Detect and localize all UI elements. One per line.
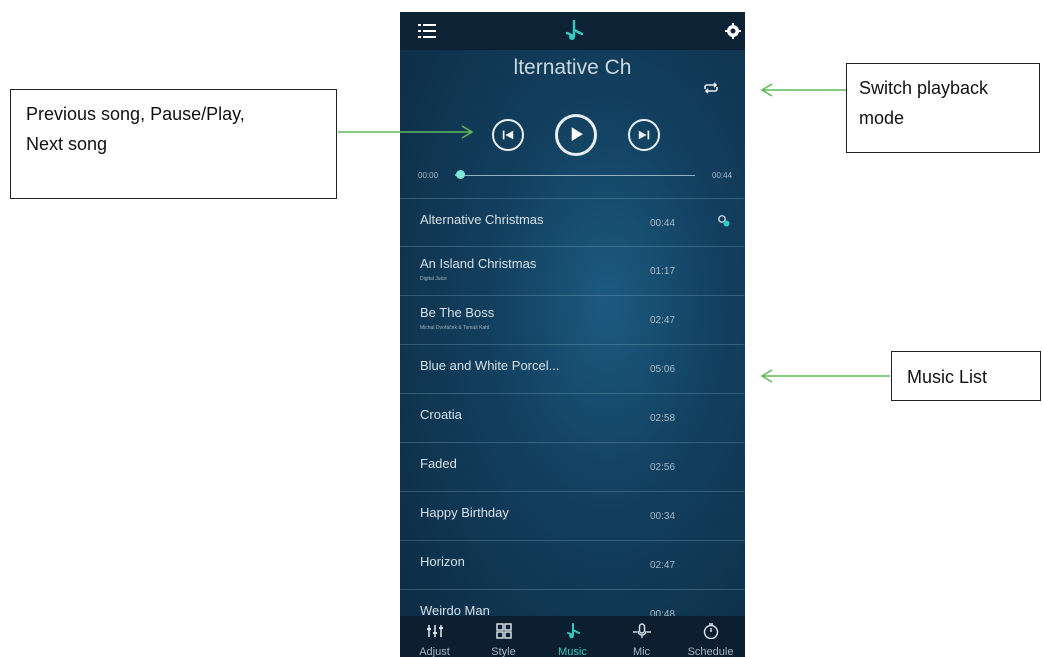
mode-callout-line2: mode xyxy=(859,108,905,128)
controls-callout-line1: Previous song, Pause/Play, xyxy=(26,104,245,124)
list-arrow xyxy=(760,369,890,383)
controls-callout-line2: Next song xyxy=(26,134,108,154)
music-list-callout: Music List xyxy=(891,351,1041,401)
controls-callout: Previous song, Pause/Play, Next song xyxy=(10,89,337,199)
playback-mode-callout: Switch playback mode xyxy=(846,63,1040,153)
mode-callout-line1: Switch playback xyxy=(859,78,989,98)
mode-arrow xyxy=(760,83,846,97)
controls-arrow xyxy=(338,125,474,139)
list-callout-label: Music List xyxy=(907,367,988,387)
